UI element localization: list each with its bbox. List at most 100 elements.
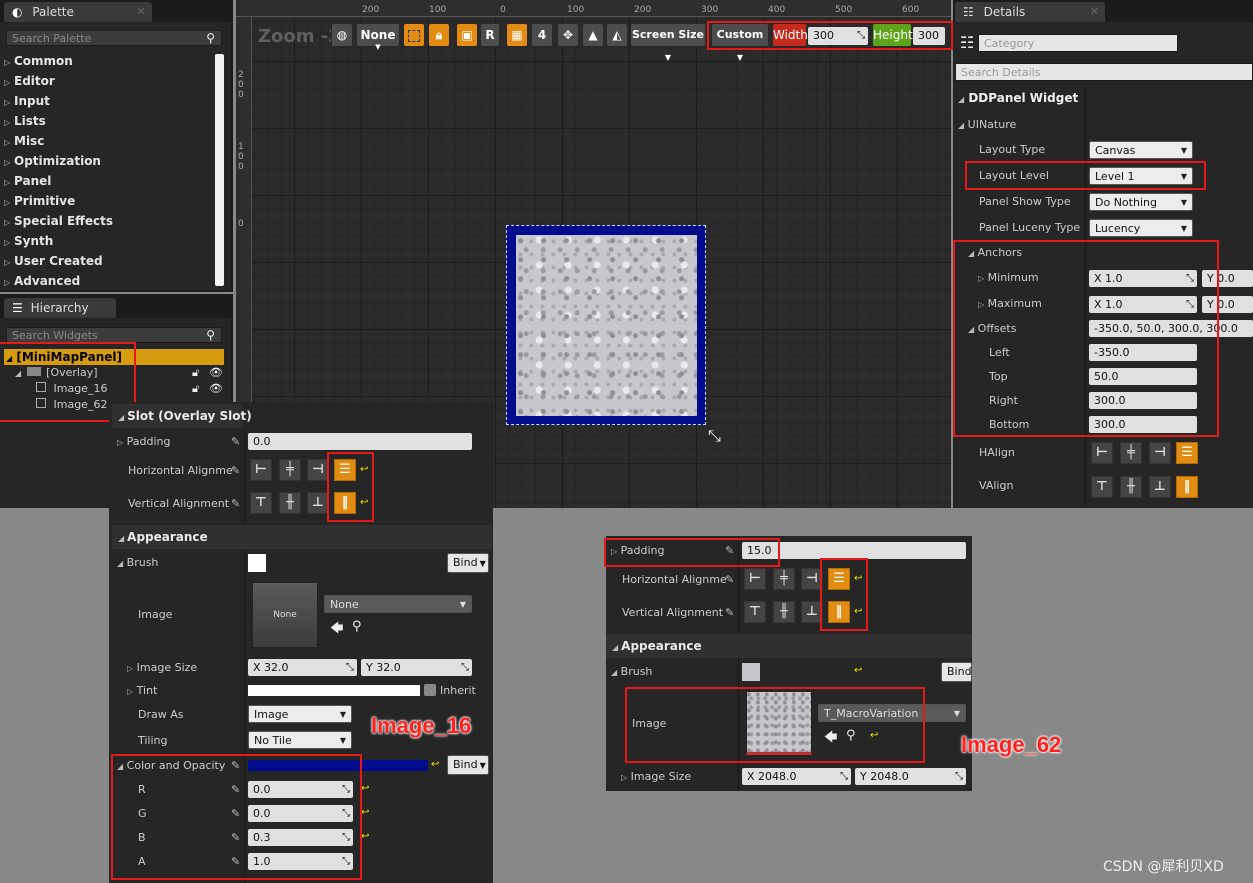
align-center-button[interactable]: ╪ [773,568,795,590]
close-icon[interactable]: ✕ [1090,2,1099,22]
pin-icon[interactable]: ✎ [725,573,734,586]
reset-icon[interactable]: ↩ [854,665,862,676]
color-opacity-row[interactable]: ◢ Color and Opacity [117,759,225,772]
color-opacity-swatch[interactable] [248,760,428,771]
hierarchy-tab[interactable]: ☰ Hierarchy [4,298,116,318]
width-input[interactable]: 300 ⤡ [808,27,868,45]
align-left-button[interactable]: ⊢ [250,459,272,481]
palette-search-input[interactable]: Search Palette ⚲ [6,30,222,46]
slot-section-header[interactable]: ◢ Slot (Overlay Slot) [112,404,252,428]
pin-icon[interactable]: ✎ [231,855,240,868]
pin-icon[interactable]: ✎ [231,464,240,477]
padding-row[interactable]: ▷ Padding [117,435,171,448]
collapse-arrow-icon[interactable]: ◢ [6,354,12,363]
tree-item-image16[interactable]: Image_16 [36,382,107,395]
valign-fill-button[interactable]: ‖ [334,492,356,514]
image-size-y-input[interactable]: Y 2048.0 ⤡ [855,768,966,785]
palette-category[interactable]: ▷ Synth [4,231,53,251]
r-toggle-button[interactable]: R [480,23,500,47]
pin-icon[interactable]: ✎ [231,759,240,772]
minimum-row[interactable]: ▷ Minimum [978,271,1039,284]
pin-icon[interactable]: ✎ [725,544,734,557]
align-right-button[interactable]: ⊣ [801,568,823,590]
brush-row[interactable]: ◢ Brush [117,556,158,569]
reset-icon[interactable]: ↩ [360,497,368,508]
pin-icon[interactable]: ✎ [231,831,240,844]
palette-category[interactable]: ▷ Lists [4,111,46,131]
bind-button[interactable]: Bind ▼ [447,755,489,775]
uinature-section[interactable]: ◢ UINature [958,118,1016,131]
image-thumbnail[interactable]: None [252,582,318,648]
browse-search-icon[interactable]: ⚲ [352,619,362,634]
b-input[interactable]: 0.3 ⤡ [248,829,353,846]
min-x-input[interactable]: X 1.0 ⤡ [1089,270,1197,287]
search-icon[interactable]: ⚲ [206,30,215,46]
image-asset-dropdown[interactable]: T_MacroVariation ▼ [818,704,966,722]
max-x-input[interactable]: X 1.0 ⤡ [1089,296,1197,313]
bind-button[interactable]: Bind [941,662,972,682]
align-center-button[interactable]: ╪ [279,459,301,481]
use-asset-arrow-icon[interactable]: 🡄 [330,619,343,641]
offsets-value[interactable]: -350.0, 50.0, 300.0, 300.0 [1089,320,1253,337]
lock-toggle-button[interactable]: 🔒︎ [428,23,450,47]
custom-dropdown[interactable]: Custom ▼ [711,23,769,62]
globe-button[interactable]: ◍ [331,23,353,47]
valign-fill-button[interactable]: ‖ [1176,476,1198,498]
reset-icon[interactable]: ↩ [361,807,369,818]
grid-size-dropdown[interactable]: 4 [531,23,553,47]
hierarchy-search-input[interactable]: Search Widgets ⚲ [6,327,222,343]
collapse-arrow-icon[interactable]: ◢ [15,369,21,378]
align-fill-button[interactable]: ☰ [334,459,356,481]
select-box-button[interactable] [403,23,425,47]
palette-category[interactable]: ▷ Common [4,51,73,71]
palette-category[interactable]: ▷ Special Effects [4,211,113,231]
align-right-button[interactable]: ⊣ [1149,442,1171,464]
inherit-checkbox[interactable] [424,684,436,696]
align-center-button[interactable]: ╪ [1120,442,1142,464]
left-input[interactable]: -350.0 [1089,344,1197,361]
reset-icon[interactable]: ↩ [360,464,368,475]
lock-icon[interactable]: 🔓︎ [192,382,199,396]
search-icon[interactable]: ⚲ [206,327,215,343]
valign-center-button[interactable]: ╫ [773,601,795,623]
offsets-section[interactable]: ◢ Offsets [968,322,1016,335]
eye-icon[interactable]: 👁︎ [209,366,223,379]
palette-category[interactable]: ▷ User Created [4,251,103,271]
maximum-row[interactable]: ▷ Maximum [978,297,1042,310]
widget-section-header[interactable]: ◢ DDPanel Widget [958,91,1078,105]
reset-icon[interactable]: ↩ [870,730,878,741]
padding-input[interactable]: 15.0 [742,542,966,559]
reset-icon[interactable]: ↩ [854,606,862,617]
image-size-x-input[interactable]: X 2048.0 ⤡ [742,768,851,785]
pin-icon[interactable]: ✎ [231,783,240,796]
image-asset-dropdown[interactable]: None ▼ [324,595,472,613]
reset-icon[interactable]: ↩ [361,831,369,842]
max-y-input[interactable]: Y 0.0 [1202,296,1253,313]
right-input[interactable]: 300.0 [1089,392,1197,409]
lock-icon[interactable]: 🔓︎ [192,366,199,380]
layout-level-dropdown[interactable]: Level 1 ▼ [1089,167,1193,185]
resize-handle-icon[interactable]: ⤡ [708,426,721,446]
image-size-x-input[interactable]: X 32.0 ⤡ [248,659,357,676]
tint-row[interactable]: ▷ Tint [127,684,157,697]
palette-category[interactable]: ▷ Panel [4,171,51,191]
tint-color-bar[interactable] [248,685,420,696]
align-left-button[interactable]: ⊢ [744,568,766,590]
category-input[interactable]: Category [978,34,1178,52]
reset-icon[interactable]: ↩ [431,759,439,770]
eye-icon[interactable]: 👁︎ [209,382,223,395]
layout-type-dropdown[interactable]: Canvas ▼ [1089,141,1193,159]
align-fill-button[interactable]: ☰ [1176,442,1198,464]
palette-category[interactable]: ▷ Input [4,91,50,111]
padding-input[interactable]: 0.0 [248,433,472,450]
use-asset-arrow-icon[interactable]: 🡄 [824,728,837,750]
r-input[interactable]: 0.0 ⤡ [248,781,353,798]
palette-category[interactable]: ▷ Editor [4,71,55,91]
align-right-button[interactable]: ⊣ [307,459,329,481]
image-toggle-button[interactable]: ▣ [456,23,478,47]
tree-item-root[interactable]: ◢ [MiniMapPanel] [4,349,224,365]
palette-category[interactable]: ▷ Optimization [4,151,101,171]
valign-center-button[interactable]: ╫ [279,492,301,514]
reset-icon[interactable]: ↩ [854,573,862,584]
draw-as-dropdown[interactable]: Image ▼ [248,705,352,723]
